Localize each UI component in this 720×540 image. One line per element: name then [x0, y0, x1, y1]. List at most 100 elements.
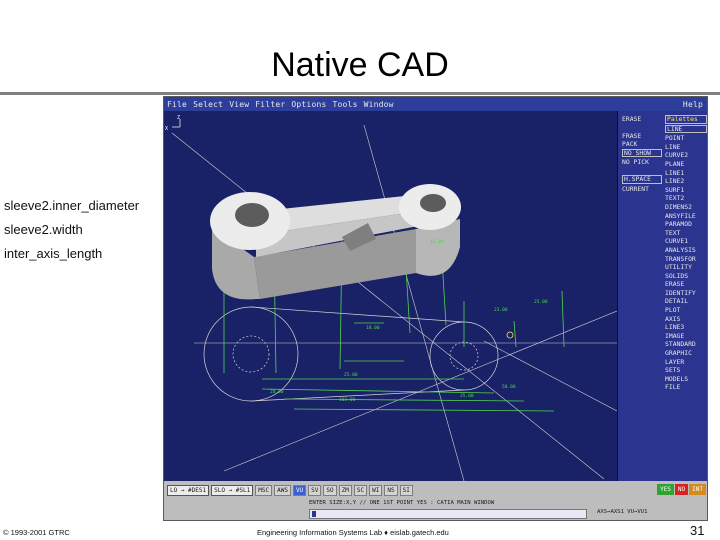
toolbar-button[interactable]: SO: [323, 484, 337, 496]
palette-item[interactable]: PLANE: [665, 160, 707, 169]
title-divider: [0, 92, 720, 95]
menu-item-no-pick[interactable]: NO PICK: [622, 158, 662, 167]
dim-value-3: 50.00: [502, 384, 516, 390]
dim-value-6: 45.00: [430, 239, 444, 245]
palette-item[interactable]: CURVE2: [665, 151, 707, 160]
axis-triad-icon: Z X: [165, 115, 181, 132]
palette-item[interactable]: UTILITY: [665, 263, 707, 272]
menu-help[interactable]: Help: [683, 100, 703, 109]
palette-item[interactable]: MODELS: [665, 375, 707, 384]
toolbar-button[interactable]: MSC: [255, 484, 273, 496]
palette-item[interactable]: LAYER: [665, 358, 707, 367]
command-prompt: ENTER SIZE:X,Y // ONE 1ST POINT YES : CA…: [309, 500, 495, 506]
palette-item[interactable]: PARAMOD: [665, 220, 707, 229]
dim-value-8: 25.00: [534, 299, 548, 305]
status-readout: AXS→AXS1 VU→VU1: [597, 509, 648, 515]
palette-item[interactable]: DETAIL: [665, 297, 707, 306]
palette-item[interactable]: ANALYSIS: [665, 246, 707, 255]
dim-value-5: 10.00: [366, 325, 380, 331]
menu-view[interactable]: View: [229, 100, 249, 109]
palettes-header[interactable]: Palettes: [665, 115, 707, 124]
action-menu: ERASE FRASE PACK NO SHOW NO PICK H.SPACE…: [622, 115, 662, 193]
palettes-menu: Palettes LINE POINT LINE CURVE2 PLANE LINE1 LIN…: [665, 115, 707, 392]
palette-item[interactable]: LINE: [665, 124, 707, 134]
palette-item[interactable]: LINE3: [665, 323, 707, 332]
palette-item[interactable]: LINE1: [665, 169, 707, 178]
toolbar-button[interactable]: VU: [292, 484, 307, 496]
palette-item[interactable]: LINE: [665, 143, 707, 152]
bottom-button-row: LO → #DES1 SLO → #SL1 MSC AWS VU SV SO ZM SC WI NS…: [167, 484, 415, 496]
parameter-label-inner-diameter: sleeve2.inner_diameter: [4, 198, 140, 213]
toolbar-button[interactable]: SI: [399, 484, 413, 496]
parameter-label-inter-axis-length: inter_axis_length: [4, 246, 103, 261]
cad-viewport[interactable]: 25.00 35.00 50.00 102.00 10.00 45.00 23.…: [164, 111, 617, 481]
axis-z-label: Z: [177, 115, 180, 121]
cad-window: File Select View Filter Options Tools Wi…: [163, 96, 708, 521]
toolbar-button[interactable]: WI: [369, 484, 383, 496]
palette-item[interactable]: SETS: [665, 366, 707, 375]
palette-item[interactable]: PLOT: [665, 306, 707, 315]
palette-item[interactable]: IDENTIFY: [665, 289, 707, 298]
toolbar-button[interactable]: SC: [353, 484, 368, 496]
construction-lines: [171, 124, 617, 481]
menu-item-current[interactable]: CURRENT: [622, 185, 662, 194]
toolbar-button[interactable]: NS: [384, 484, 398, 496]
menu-filter[interactable]: Filter: [255, 100, 285, 109]
menu-item-pack[interactable]: PACK: [622, 140, 662, 149]
toolbar-button[interactable]: SLO → #SL1: [211, 484, 254, 496]
slide-title: Native CAD: [271, 46, 449, 84]
pick-marker: [506, 331, 514, 339]
menu-file[interactable]: File: [167, 100, 187, 109]
palette-item[interactable]: TEXT2: [665, 194, 707, 203]
status-buttons: YES NO INT: [656, 484, 706, 495]
palette-item[interactable]: SURF1: [665, 186, 707, 195]
text-cursor: [312, 511, 316, 517]
dim-value-1: 25.00: [344, 372, 358, 378]
dim-value-9: 20.00: [270, 389, 284, 395]
toolbar-button[interactable]: AWS: [274, 484, 291, 496]
command-input[interactable]: [309, 509, 587, 519]
menu-item-erase[interactable]: ERASE: [622, 115, 662, 124]
part-solid: [210, 184, 461, 300]
cad-menubar: File Select View Filter Options Tools Wi…: [164, 97, 707, 111]
menu-window[interactable]: Window: [364, 100, 394, 109]
status-button-int[interactable]: INT: [689, 484, 706, 495]
palette-item[interactable]: IMAGE: [665, 332, 707, 341]
menu-tools[interactable]: Tools: [333, 100, 358, 109]
cad-model-drawing: 25.00 35.00 50.00 102.00 10.00 45.00 23.…: [165, 115, 617, 481]
toolbar-button[interactable]: LO → #DES1: [167, 484, 210, 496]
menu-options[interactable]: Options: [291, 100, 326, 109]
status-button-yes[interactable]: YES: [657, 484, 674, 495]
footer-lab: Engineering Information Systems Lab ♦ ei…: [257, 528, 449, 537]
dim-value-4: 102.00: [339, 397, 356, 403]
sketch-geometry: [203, 306, 499, 402]
palette-item[interactable]: ANSYFILE: [665, 212, 707, 221]
palette-item[interactable]: SOLIDS: [665, 272, 707, 281]
axis-x-label: X: [165, 126, 168, 132]
cad-function-menus: ERASE FRASE PACK NO SHOW NO PICK H.SPACE…: [617, 111, 707, 481]
palette-item[interactable]: TEXT: [665, 229, 707, 238]
palette-item[interactable]: ERASE: [665, 280, 707, 289]
palette-item[interactable]: STANDARD: [665, 340, 707, 349]
footer-copyright: © 1993-2001 GTRC: [3, 528, 70, 537]
dim-value-2: 35.00: [460, 393, 474, 399]
menu-select[interactable]: Select: [193, 100, 223, 109]
palette-item[interactable]: DIMENS2: [665, 203, 707, 212]
palette-item[interactable]: CURVE1: [665, 237, 707, 246]
cad-bottom-bar: LO → #DES1 SLO → #SL1 MSC AWS VU SV SO ZM SC WI NS…: [164, 481, 707, 520]
dim-value-7: 23.00: [494, 307, 508, 313]
menu-item-no-show[interactable]: NO SHOW: [622, 148, 662, 158]
menu-item-h-space[interactable]: H.SPACE: [622, 174, 662, 184]
parameter-label-width: sleeve2.width: [4, 222, 83, 237]
palette-item[interactable]: TRANSFOR: [665, 255, 707, 264]
palette-item[interactable]: LINE2: [665, 177, 707, 186]
palette-item[interactable]: GRAPHIC: [665, 349, 707, 358]
toolbar-button[interactable]: SV: [308, 484, 322, 496]
palette-item[interactable]: POINT: [665, 134, 707, 143]
palette-item[interactable]: AXIS: [665, 315, 707, 324]
menu-item-frase[interactable]: FRASE: [622, 132, 662, 141]
status-button-no[interactable]: NO: [674, 484, 689, 495]
palette-item[interactable]: FILE: [665, 383, 707, 392]
toolbar-button[interactable]: ZM: [338, 484, 352, 496]
page-number: 31: [690, 523, 705, 538]
